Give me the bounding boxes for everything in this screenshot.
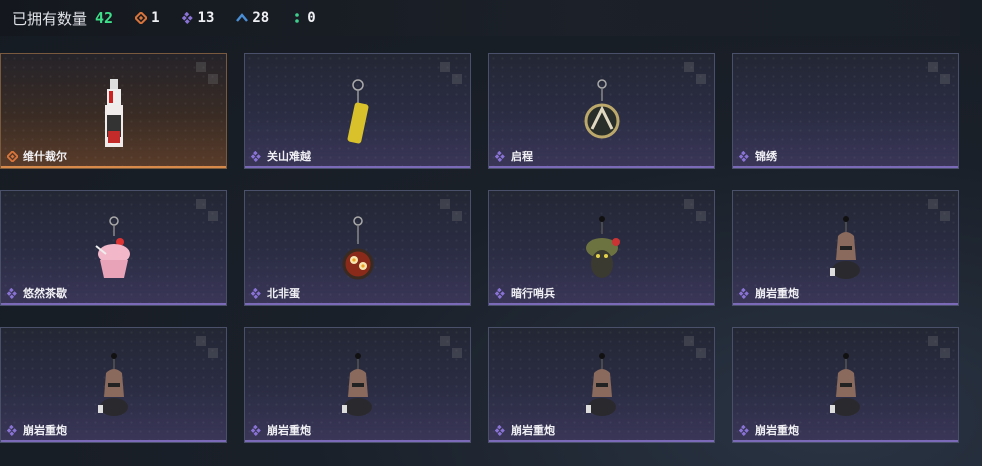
rarity-bar [245,440,470,442]
grid-deco-icon [440,336,462,358]
item-name-text: 崩岩重炮 [755,288,799,300]
item-card[interactable]: 崩岩重炮 [244,327,471,443]
grid-deco-icon [928,336,950,358]
bottle-charm-icon [104,79,123,147]
purple-count-value: 13 [197,10,215,26]
rarity-bar [733,166,958,168]
purple-diamond-icon [7,424,17,436]
grid-deco-icon [684,336,706,358]
orange-count-value: 1 [151,10,160,26]
item-name: 北非蛋 [251,285,300,301]
rarity-bar [489,303,714,305]
item-name: 崩岩重炮 [7,422,67,438]
blue-count-value: 28 [252,10,270,26]
rarity-bar [245,166,470,168]
purple-diamond-icon [495,424,505,436]
purple-diamond-icon [739,424,749,436]
orange-rarity-count: 1 [135,10,160,26]
item-name-text: 启程 [511,151,533,163]
inventory-summary-bar: 已拥有数量 42 1 13 28 0 [0,0,960,36]
purple-rarity-count: 13 [181,10,215,26]
item-card[interactable]: 崩岩重炮 [732,327,959,443]
item-card[interactable]: 启程 [488,53,715,169]
purple-diamond-icon [251,287,261,299]
item-name: 崩岩重炮 [739,285,799,301]
item-name: 启程 [495,148,533,164]
item-card[interactable]: 悠然茶歇 [0,190,227,306]
item-card[interactable]: 崩岩重炮 [0,327,227,443]
figure-charm-icon [585,353,616,416]
item-name: 锦绣 [739,148,777,164]
item-name-text: 暗行哨兵 [511,288,555,300]
item-name-text: 维什裁尔 [23,151,67,163]
item-name: 崩岩重炮 [495,422,555,438]
item-name-text: 锦绣 [755,151,777,163]
item-name: 崩岩重炮 [251,422,311,438]
figure-charm-icon [97,353,128,416]
item-name-text: 崩岩重炮 [267,425,311,437]
grid-deco-icon [928,199,950,221]
rarity-bar [733,303,958,305]
item-name-text: 北非蛋 [267,288,300,300]
item-name: 暗行哨兵 [495,285,555,301]
blue-chevron-icon [236,13,249,22]
grid-deco-icon [440,62,462,84]
rarity-bar [489,440,714,442]
rarity-bar [489,166,714,168]
figure-charm-icon [829,216,860,279]
purple-diamond-icon [739,150,749,162]
item-name: 崩岩重炮 [739,422,799,438]
grid-deco-icon [440,199,462,221]
grid-deco-icon [928,62,950,84]
rarity-bar [733,440,958,442]
item-card[interactable]: 崩岩重炮 [732,190,959,306]
item-card[interactable]: 维什裁尔 [0,53,227,169]
item-grid: 维什裁尔 关山难越 启程 锦绣 悠然茶歇 北非蛋 暗行哨兵 崩岩重炮 崩岩重炮 … [0,53,959,443]
item-card[interactable]: 崩岩重炮 [488,327,715,443]
owned-count-label: 已拥有数量 [12,10,88,28]
purple-diamond-icon [181,12,193,24]
item-card[interactable]: 暗行哨兵 [488,190,715,306]
rarity-bar [245,303,470,305]
purple-diamond-icon [251,150,261,162]
rarity-bar [1,166,226,168]
grid-deco-icon [196,336,218,358]
item-name: 悠然茶歇 [7,285,67,301]
rarity-bar [1,440,226,442]
item-name-text: 崩岩重炮 [755,425,799,437]
orange-diamond-icon [135,12,148,24]
figure-charm-icon [341,353,372,416]
cupcake-charm-icon [94,216,130,278]
grid-deco-icon [684,62,706,84]
medal-charm-icon [584,79,619,139]
figure-charm-icon [829,353,860,416]
green-rarity-count: 0 [291,10,316,26]
purple-diamond-icon [495,150,505,162]
grid-deco-icon [196,62,218,84]
grid-deco-icon [196,199,218,221]
owned-count-value: 42 [95,9,114,27]
orange-diamond-icon [7,150,18,162]
green-count-value: 0 [307,10,316,26]
creature-charm-icon [585,216,620,278]
item-name: 关山难越 [251,148,311,164]
green-dots-icon [295,13,300,23]
purple-diamond-icon [251,424,261,436]
grid-deco-icon [684,199,706,221]
blue-rarity-count: 28 [236,10,269,26]
pan-charm-icon [342,216,373,280]
bar-charm-icon [347,79,368,144]
item-name: 维什裁尔 [7,148,67,164]
item-card[interactable]: 锦绣 [732,53,959,169]
rarity-bar [1,303,226,305]
purple-diamond-icon [495,287,505,299]
item-name-text: 悠然茶歇 [23,288,67,300]
item-name-text: 崩岩重炮 [511,425,555,437]
item-name-text: 崩岩重炮 [23,425,67,437]
purple-diamond-icon [7,287,17,299]
purple-diamond-icon [739,287,749,299]
item-card[interactable]: 北非蛋 [244,190,471,306]
item-card[interactable]: 关山难越 [244,53,471,169]
item-name-text: 关山难越 [267,151,311,163]
